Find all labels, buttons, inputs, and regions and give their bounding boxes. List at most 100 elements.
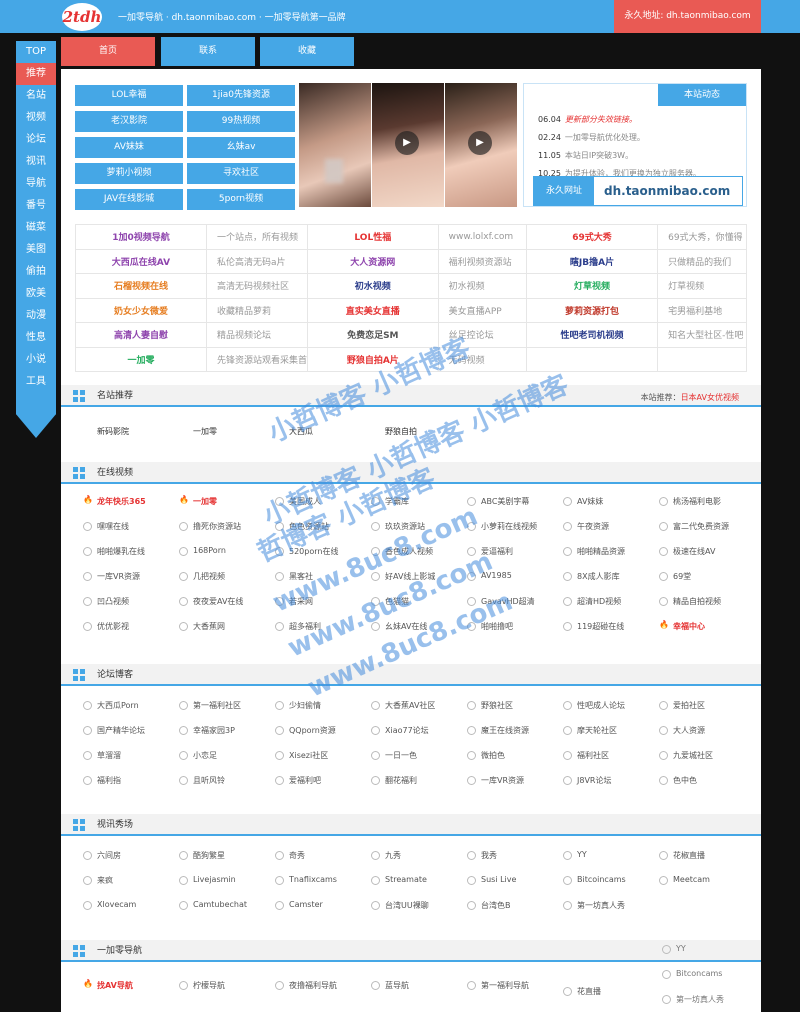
site-link[interactable]: QQporn资源 <box>275 725 371 736</box>
site-link[interactable]: Bitcoincams <box>563 875 659 885</box>
quick-link-button[interactable]: JAV在线影城 <box>75 189 183 210</box>
site-link[interactable]: Meetcam <box>659 875 755 885</box>
site-link[interactable]: 8X成人影库 <box>563 571 659 582</box>
site-link[interactable]: 草溜溜 <box>83 750 179 761</box>
featured-site-link[interactable] <box>525 346 659 372</box>
site-link[interactable]: 小萝莉在线视频 <box>467 521 563 532</box>
thumbnail-image-2[interactable]: ▶ <box>372 83 444 207</box>
quick-link-button[interactable]: 寻欢社区 <box>187 163 295 184</box>
site-link[interactable]: 啪啪精品资源 <box>563 546 659 557</box>
site-link[interactable]: 一库VR资源 <box>467 775 563 786</box>
site-link[interactable]: 好AV线上影城 <box>371 571 467 582</box>
site-link[interactable]: 精品自拍视频 <box>659 596 755 607</box>
site-link[interactable]: 酷狗繁星 <box>179 850 275 861</box>
quick-link-button[interactable]: AV妹妹 <box>75 137 183 158</box>
site-link[interactable]: 台湾UU裸聊 <box>371 900 467 911</box>
site-link[interactable]: Streamate <box>371 875 467 885</box>
quick-link-button[interactable]: 1jia0先锋资源 <box>187 85 295 106</box>
site-link[interactable]: 一库VR资源 <box>83 571 179 582</box>
site-link[interactable]: 夜夜爱AV在线 <box>179 596 275 607</box>
site-link[interactable]: 香色成人视频 <box>371 546 467 557</box>
featured-site-link[interactable]: 免费恋足SM <box>306 322 439 348</box>
site-link[interactable]: 超多福利 <box>275 621 371 632</box>
overflow-link[interactable]: YY <box>662 944 686 954</box>
site-link[interactable]: 色色资源站 <box>275 521 371 532</box>
site-link[interactable]: GavavHD超清 <box>467 596 563 607</box>
site-link[interactable]: 野狼自拍 <box>385 426 417 437</box>
site-link[interactable]: 第一福利社区 <box>179 700 275 711</box>
site-link[interactable]: 69堂 <box>659 571 755 582</box>
site-link[interactable]: 野狼社区 <box>467 700 563 711</box>
site-link[interactable]: 蓝导航 <box>371 980 467 991</box>
featured-site-link[interactable]: LOL性福 <box>306 224 439 250</box>
tab-contact[interactable]: 联系 <box>161 37 255 66</box>
thumbnail-image-3[interactable]: ▶ <box>445 83 517 207</box>
tab-favorite[interactable]: 收藏 <box>260 37 354 66</box>
site-link[interactable]: 大西瓜 <box>289 426 313 437</box>
site-link[interactable]: 优优影视 <box>83 621 179 632</box>
site-link[interactable]: 摩天轮社区 <box>563 725 659 736</box>
sidebar-item-15[interactable]: 工具 <box>16 371 56 393</box>
site-link[interactable]: 爱拍社区 <box>659 700 755 711</box>
site-link[interactable]: 学霸库 <box>371 496 467 507</box>
site-link[interactable]: 九秀 <box>371 850 467 861</box>
play-icon[interactable]: ▶ <box>395 131 419 155</box>
quick-link-button[interactable]: 萝莉小视频 <box>75 163 183 184</box>
site-link[interactable]: 找AV导航 <box>83 979 179 991</box>
sidebar-item-3[interactable]: 视频 <box>16 107 56 129</box>
play-icon[interactable]: ▶ <box>468 131 492 155</box>
site-link[interactable]: Tnaflixcams <box>275 875 371 885</box>
site-link[interactable]: 520porn在线 <box>275 546 371 557</box>
site-logo[interactable]: 2tdh <box>62 3 102 31</box>
site-link[interactable]: 幸福中心 <box>659 620 755 632</box>
site-link[interactable]: YY <box>563 850 659 860</box>
featured-site-link[interactable]: 一加零 <box>75 346 207 372</box>
site-link[interactable]: 啪啪撸吧 <box>467 621 563 632</box>
permanent-address-link[interactable]: 永久地址: dh.taonmibao.com <box>614 0 761 33</box>
site-link[interactable]: 桃汤福利电影 <box>659 496 755 507</box>
site-link[interactable]: 福利社区 <box>563 750 659 761</box>
site-link[interactable]: 夜撸福利导航 <box>275 980 371 991</box>
site-link[interactable]: 大西瓜Porn <box>83 700 179 711</box>
site-link[interactable]: 魔王在线资源 <box>467 725 563 736</box>
quick-link-button[interactable]: 5porn视频 <box>187 189 295 210</box>
featured-site-link[interactable]: 大人资源网 <box>306 248 439 274</box>
site-link[interactable]: 撸死你资源站 <box>179 521 275 532</box>
featured-site-link[interactable]: 大西瓜在线AV <box>75 248 207 274</box>
site-link[interactable]: AV1985 <box>467 571 563 581</box>
site-link[interactable]: 小恋足 <box>179 750 275 761</box>
site-link[interactable]: 一加零 <box>179 495 275 507</box>
featured-site-link[interactable]: 萝莉资源打包 <box>525 297 659 323</box>
site-link[interactable]: 富二代免费资源 <box>659 521 755 532</box>
thumbnail-image-1[interactable] <box>299 83 371 207</box>
site-link[interactable]: 啪啪爆乳在线 <box>83 546 179 557</box>
site-link[interactable]: 色猫猫 <box>371 596 467 607</box>
site-link[interactable]: 爱逼福利 <box>467 546 563 557</box>
site-link[interactable]: 少妇偷情 <box>275 700 371 711</box>
site-link[interactable]: 我秀 <box>467 850 563 861</box>
sidebar-item-5[interactable]: 视讯 <box>16 151 56 173</box>
site-link[interactable]: 新码影院 <box>97 426 129 437</box>
site-link[interactable]: ABC美剧字幕 <box>467 496 563 507</box>
sidebar-item-12[interactable]: 动漫 <box>16 305 56 327</box>
sidebar-item-8[interactable]: 磁菜 <box>16 217 56 239</box>
site-link[interactable]: AV妹妹 <box>563 496 659 507</box>
site-link[interactable]: 几把视频 <box>179 571 275 582</box>
site-link[interactable]: 一日一色 <box>371 750 467 761</box>
site-link[interactable]: 幺妹AV在线 <box>371 621 467 632</box>
site-link[interactable]: 柠檬导航 <box>179 980 275 991</box>
featured-site-link[interactable]: 奶女少女微爱 <box>75 297 207 323</box>
quick-link-button[interactable]: 老汉影院 <box>75 111 183 132</box>
sidebar-item-13[interactable]: 性息 <box>16 327 56 349</box>
site-link[interactable]: 美国成人 <box>275 496 371 507</box>
site-link[interactable]: 微拍色 <box>467 750 563 761</box>
site-link[interactable]: 龙年快乐365 <box>83 495 179 507</box>
site-link[interactable]: 花直播 <box>563 986 659 997</box>
site-link[interactable]: 大人资源 <box>659 725 755 736</box>
site-link[interactable]: 玖玖资源站 <box>371 521 467 532</box>
sidebar-item-9[interactable]: 美图 <box>16 239 56 261</box>
site-link[interactable]: 黑客社 <box>275 571 371 582</box>
sidebar-item-14[interactable]: 小说 <box>16 349 56 371</box>
site-link[interactable]: 幸福家园3P <box>179 725 275 736</box>
featured-site-link[interactable]: 初水视频 <box>306 273 439 299</box>
